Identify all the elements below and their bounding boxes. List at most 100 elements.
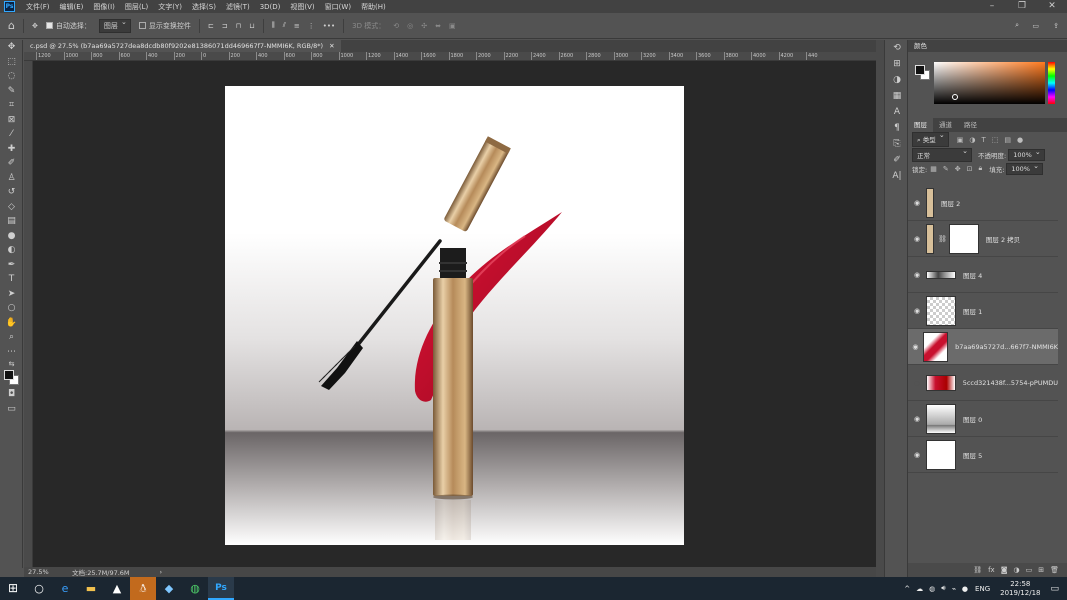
menu-window[interactable]: 窗口(W) <box>320 2 356 12</box>
file-explorer-icon[interactable]: ▬ <box>78 577 104 600</box>
workspace-icon[interactable]: ▭ <box>1032 22 1039 30</box>
notifications-icon[interactable]: ▭ <box>1050 584 1059 594</box>
layer-name[interactable]: 图层 4 <box>963 270 982 280</box>
layer-name[interactable]: 图层 2 <box>941 198 960 208</box>
move-tool-icon[interactable]: ✥ <box>32 22 38 30</box>
healing-tool-icon[interactable]: ✚ <box>0 142 23 157</box>
trash-icon[interactable]: 🗑︎ <box>1050 566 1059 574</box>
color-picker-field[interactable] <box>934 62 1045 104</box>
move-tool-icon[interactable]: ✥ <box>0 40 23 55</box>
auto-select-option[interactable]: 自动选择： <box>45 21 91 31</box>
show-transform-option[interactable]: 显示变换控件 <box>138 21 191 31</box>
qq-icon[interactable]: 🐧︎ <box>130 577 156 600</box>
fill-input[interactable]: 100% <box>1006 162 1043 175</box>
orbit-3d-icon[interactable]: ⟲ <box>393 22 399 30</box>
eyedropper-tool-icon[interactable]: ⁄ <box>0 127 23 142</box>
scale-3d-icon[interactable]: ▣ <box>449 22 456 30</box>
tab-close-icon[interactable]: ✕ <box>329 42 334 50</box>
wechat-tray-icon[interactable]: ◍ <box>929 585 935 593</box>
hue-slider[interactable] <box>1048 62 1055 104</box>
link-icon[interactable]: ⛓︎ <box>973 566 982 574</box>
color-swatches[interactable] <box>0 369 23 387</box>
filter-type-icon[interactable]: T <box>981 136 985 144</box>
slide-3d-icon[interactable]: ⬌ <box>435 22 441 30</box>
vertical-scrollbar[interactable] <box>876 40 884 577</box>
layer-row[interactable]: ◉ 图层 0 <box>908 401 1058 437</box>
zoom-level[interactable]: 27.5% <box>28 568 66 576</box>
windows-start-icon[interactable]: ⊞ <box>0 577 26 600</box>
filter-toggle-icon[interactable]: ● <box>1017 136 1023 144</box>
menu-select[interactable]: 选择(S) <box>187 2 221 12</box>
layer-row[interactable]: ◉ 图层 2 <box>908 185 1058 221</box>
adjustments-icon[interactable]: ◑ <box>885 72 909 88</box>
menu-layer[interactable]: 图层(L) <box>120 2 153 12</box>
lock-pixels-icon[interactable]: ▦ <box>930 165 937 173</box>
pan-3d-icon[interactable]: ✣ <box>421 22 427 30</box>
menu-filter[interactable]: 滤镜(T) <box>221 2 255 12</box>
mask-icon[interactable]: ◙ <box>1001 566 1008 574</box>
distribute-icon[interactable]: ⫼ <box>272 21 275 30</box>
roll-3d-icon[interactable]: ◎ <box>407 22 413 30</box>
more-options[interactable]: ••• <box>323 22 335 30</box>
pen-tool-icon[interactable]: ✒ <box>0 258 23 273</box>
align-right-icon[interactable]: ⊓ <box>236 22 241 30</box>
brush-tool-icon[interactable]: ✐ <box>0 156 23 171</box>
visibility-eye-icon-hidden[interactable]: ◉ <box>908 379 926 387</box>
swatches-icon[interactable]: ▦ <box>885 88 909 104</box>
filter-adjust-icon[interactable]: ◑ <box>969 136 975 144</box>
visibility-eye-icon[interactable]: ◉ <box>908 271 926 279</box>
show-transform-checkbox[interactable] <box>138 22 146 29</box>
properties-icon[interactable]: ⊞ <box>885 56 909 72</box>
opacity-input[interactable]: 100% <box>1008 148 1045 161</box>
layer-name[interactable]: 图层 2 拷贝 <box>986 234 1020 244</box>
menu-view[interactable]: 视图(V) <box>285 2 319 12</box>
quick-select-tool-icon[interactable]: ✎ <box>0 84 23 99</box>
menu-type[interactable]: 文字(Y) <box>153 2 187 12</box>
search-icon[interactable]: ○ <box>26 577 52 600</box>
align-center-icon[interactable]: ⊐ <box>222 22 228 30</box>
qq-tray-icon[interactable]: ● <box>962 585 968 593</box>
show-hidden-icons[interactable]: ^ <box>904 585 910 593</box>
eraser-tool-icon[interactable]: ◇ <box>0 200 23 215</box>
menu-edit[interactable]: 编辑(E) <box>55 2 89 12</box>
layer-row-selected[interactable]: ◉ b7aa69a5727d...667f7-NMMI6K <box>908 329 1058 365</box>
photoshop-taskbar-icon[interactable]: Ps <box>208 577 234 600</box>
visibility-eye-icon[interactable]: ◉ <box>908 451 926 459</box>
layer-name[interactable]: 图层 1 <box>963 306 982 316</box>
layer-row[interactable]: ◉ 图层 1 <box>908 293 1058 329</box>
cloud-icon[interactable]: ☁ <box>916 585 923 593</box>
filter-smart-icon[interactable]: ▤ <box>1004 136 1011 144</box>
blend-mode-dropdown[interactable]: 正常 <box>912 147 972 162</box>
glyphs-icon[interactable]: A| <box>885 168 909 184</box>
lock-artboard-icon[interactable]: ⊡ <box>967 165 973 173</box>
lasso-tool-icon[interactable]: ◌ <box>0 69 23 84</box>
wechat-icon[interactable]: ◍ <box>182 577 208 600</box>
distribute-h-icon[interactable]: ≡ <box>294 22 300 30</box>
menu-3d[interactable]: 3D(D) <box>255 3 286 11</box>
new-layer-icon[interactable]: ⊞ <box>1038 566 1044 574</box>
auto-select-dropdown[interactable]: 图层 <box>98 18 131 33</box>
history-brush-tool-icon[interactable]: ↺ <box>0 185 23 200</box>
stamp-tool-icon[interactable]: ♙ <box>0 171 23 186</box>
group-icon[interactable]: ▭ <box>1026 566 1033 574</box>
frame-tool-icon[interactable]: ⊠ <box>0 113 23 128</box>
status-menu-icon[interactable]: › <box>160 568 163 576</box>
foreground-color[interactable] <box>4 370 14 380</box>
visibility-eye-icon[interactable]: ◉ <box>908 343 923 351</box>
distribute-v-icon[interactable]: ⫽ <box>283 21 286 30</box>
app-icon[interactable]: ◆ <box>156 577 182 600</box>
type-tool-icon[interactable]: T <box>0 272 23 287</box>
distribute-spacing-icon[interactable]: ⋮ <box>308 22 315 30</box>
close-icon[interactable]: ✕ <box>1037 0 1067 13</box>
layer-name[interactable]: b7aa69a5727d...667f7-NMMI6K <box>955 343 1058 351</box>
libraries-icon[interactable]: ⎘ <box>885 136 909 152</box>
visibility-eye-icon[interactable]: ◉ <box>908 307 926 315</box>
quick-mask-icon[interactable]: ◘ <box>0 387 23 402</box>
layer-mask-thumbnail[interactable] <box>948 223 979 254</box>
minimize-icon[interactable]: – <box>977 0 1007 13</box>
brush-settings-icon[interactable]: ✐ <box>885 152 909 168</box>
adjustment-icon[interactable]: ◑ <box>1014 566 1020 574</box>
crop-tool-icon[interactable]: ⌗ <box>0 98 23 113</box>
share-icon[interactable]: ⇪ <box>1053 22 1059 30</box>
marquee-tool-icon[interactable]: ⬚ <box>0 55 23 70</box>
